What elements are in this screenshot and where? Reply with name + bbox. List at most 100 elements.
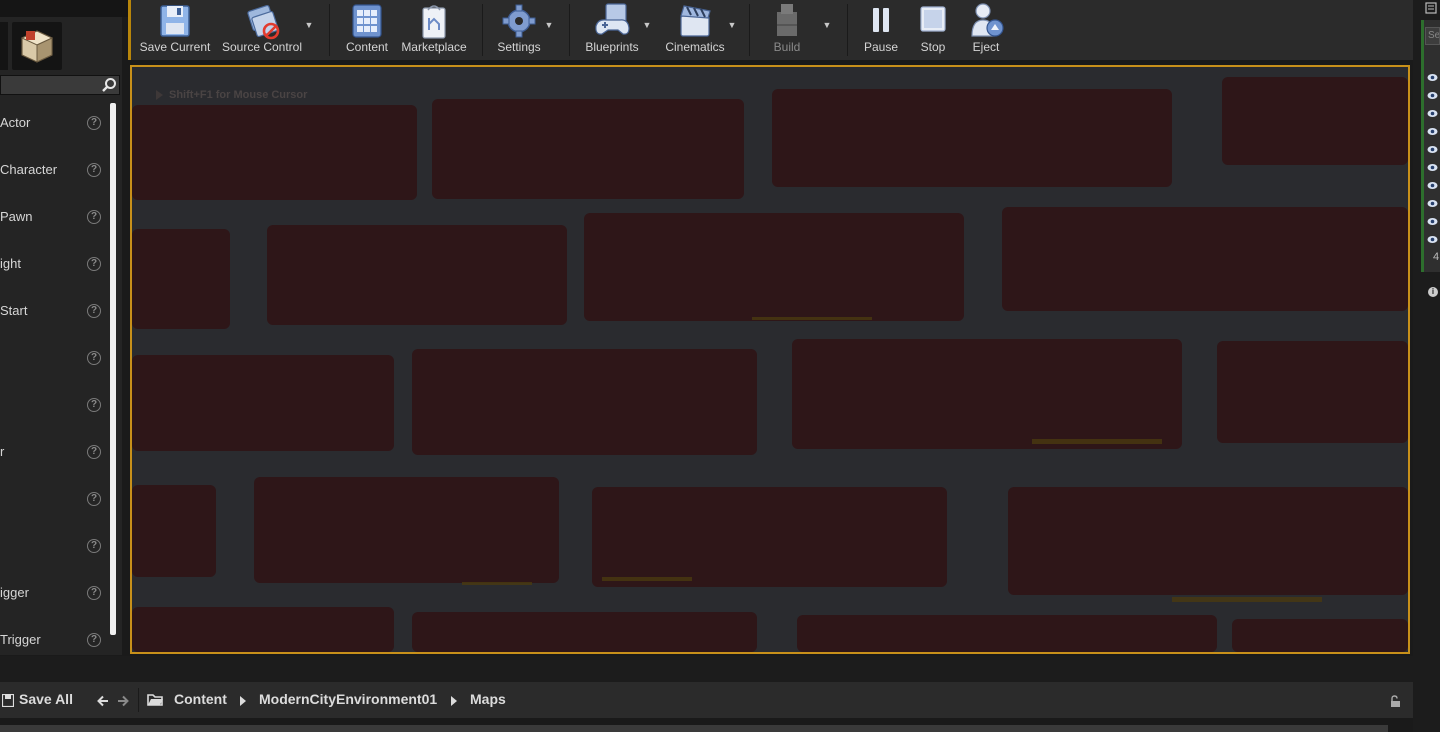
outliner-search-input[interactable]: Se — [1425, 27, 1440, 45]
save-all-icon — [2, 694, 14, 707]
breadcrumb-chevron-icon[interactable] — [451, 696, 457, 706]
list-item[interactable]: igger? — [0, 570, 108, 616]
help-icon[interactable]: ? — [87, 586, 101, 600]
save-current-button[interactable]: Save Current — [137, 0, 213, 60]
help-icon[interactable]: ? — [87, 445, 101, 459]
source-control-icon — [247, 5, 280, 40]
cinematics-button[interactable]: Cinematics — [659, 0, 731, 60]
help-icon[interactable]: ? — [87, 304, 101, 318]
help-icon[interactable]: ? — [87, 633, 101, 647]
blueprints-button[interactable]: Blueprints — [577, 0, 647, 60]
visibility-eye-icon[interactable] — [1427, 73, 1438, 82]
content-search-input[interactable] — [0, 725, 1388, 732]
visibility-eye-icon[interactable] — [1427, 91, 1438, 100]
list-item[interactable]: r? — [0, 429, 108, 475]
toolbar-separator — [482, 4, 483, 56]
help-icon[interactable]: ? — [87, 163, 101, 177]
toolbar-separator — [847, 4, 848, 56]
pause-icon — [873, 8, 889, 32]
visibility-eye-icon[interactable] — [1427, 163, 1438, 172]
list-item[interactable]: ? — [0, 523, 108, 569]
breadcrumb-maps[interactable]: Maps — [470, 691, 506, 707]
build-label: Build — [773, 40, 801, 54]
settings-button[interactable]: Settings — [489, 0, 549, 60]
list-item-label: Start — [0, 303, 28, 318]
visibility-eye-icon[interactable] — [1427, 217, 1438, 226]
help-icon[interactable]: ? — [87, 257, 101, 271]
help-icon[interactable]: ? — [87, 351, 101, 365]
content-grid-icon — [352, 4, 382, 38]
breadcrumb-content[interactable]: Content — [174, 691, 227, 707]
breadcrumb-separator — [138, 688, 139, 712]
stop-button[interactable]: Stop — [909, 0, 957, 60]
list-item[interactable]: Actor? — [0, 100, 108, 146]
visibility-eye-icon[interactable] — [1427, 235, 1438, 244]
lock-icon[interactable] — [1389, 695, 1402, 708]
list-item[interactable]: ight? — [0, 241, 108, 287]
visibility-eye-icon[interactable] — [1427, 109, 1438, 118]
mode-tile-partial[interactable] — [0, 22, 8, 70]
list-item[interactable]: ? — [0, 382, 108, 428]
breadcrumb-modern-city[interactable]: ModernCityEnvironment01 — [259, 691, 437, 707]
settings-dropdown-icon[interactable]: ▼ — [544, 20, 554, 30]
place-search-bar[interactable] — [0, 75, 120, 95]
geometry-mode-button[interactable] — [12, 22, 62, 70]
folder-icon — [147, 694, 163, 706]
outliner-actor-count: 4 — [1433, 251, 1440, 263]
top-left-strip — [0, 0, 128, 17]
content-browser-toolbar: Save All Content ModernCityEnvironment01… — [0, 682, 1413, 718]
help-icon[interactable]: ? — [87, 539, 101, 553]
place-search-input[interactable] — [1, 76, 99, 94]
list-item[interactable]: Pawn? — [0, 194, 108, 240]
help-icon[interactable]: ? — [87, 116, 101, 130]
search-icon[interactable] — [101, 77, 117, 93]
content-label: Content — [345, 40, 389, 54]
list-item-label: Actor — [0, 115, 31, 130]
settings-label: Settings — [497, 40, 541, 54]
list-item-label: Character — [0, 162, 58, 177]
blueprints-label: Blueprints — [585, 40, 639, 54]
list-item[interactable]: Character? — [0, 147, 108, 193]
visibility-eye-icon[interactable] — [1427, 199, 1438, 208]
panel-gap — [0, 656, 1413, 682]
cinematics-label: Cinematics — [665, 40, 725, 54]
source-control-dropdown-icon[interactable]: ▼ — [304, 20, 314, 30]
help-icon[interactable]: ? — [87, 210, 101, 224]
source-control-label: Source Control — [221, 40, 303, 54]
visibility-eye-icon[interactable] — [1427, 145, 1438, 154]
toolbar-separator — [329, 4, 330, 56]
visibility-eye-icon[interactable] — [1427, 127, 1438, 136]
list-item[interactable]: ? — [0, 476, 108, 522]
marketplace-label: Marketplace — [401, 40, 467, 54]
build-dropdown-icon[interactable]: ▼ — [822, 20, 832, 30]
cinematics-clapper-icon — [680, 5, 711, 37]
marketplace-button[interactable]: Marketplace — [397, 0, 471, 60]
pause-button[interactable]: Pause — [857, 0, 905, 60]
source-control-button[interactable]: Source Control — [217, 0, 307, 60]
geometry-box-icon — [20, 30, 54, 63]
help-icon[interactable]: ? — [87, 398, 101, 412]
forward-arrow-icon[interactable] — [116, 695, 130, 707]
info-icon[interactable]: i — [1428, 287, 1438, 297]
marketplace-bag-icon — [422, 5, 446, 39]
floppy-disk-icon — [160, 5, 190, 37]
eject-button[interactable]: Eject — [961, 0, 1011, 60]
eject-person-icon — [971, 3, 1004, 37]
list-item-label: Trigger — [0, 632, 41, 647]
level-viewport[interactable]: Shift+F1 for Mouse Cursor — [130, 65, 1410, 654]
blueprints-dropdown-icon[interactable]: ▼ — [642, 20, 652, 30]
cinematics-dropdown-icon[interactable]: ▼ — [727, 20, 737, 30]
list-item[interactable]: ? — [0, 335, 108, 381]
pause-label: Pause — [863, 40, 899, 54]
build-button[interactable]: Build — [759, 0, 815, 60]
settings-gear-icon — [502, 4, 536, 38]
help-icon[interactable]: ? — [87, 492, 101, 506]
back-arrow-icon[interactable] — [96, 695, 110, 707]
save-all-button[interactable]: Save All — [19, 691, 73, 707]
list-item[interactable]: Start? — [0, 288, 108, 334]
visibility-eye-icon[interactable] — [1427, 181, 1438, 190]
content-button[interactable]: Content — [339, 0, 395, 60]
place-list-scrollbar[interactable] — [110, 103, 116, 635]
breadcrumb-chevron-icon[interactable] — [240, 696, 246, 706]
outliner-menu-icon[interactable] — [1425, 2, 1437, 14]
